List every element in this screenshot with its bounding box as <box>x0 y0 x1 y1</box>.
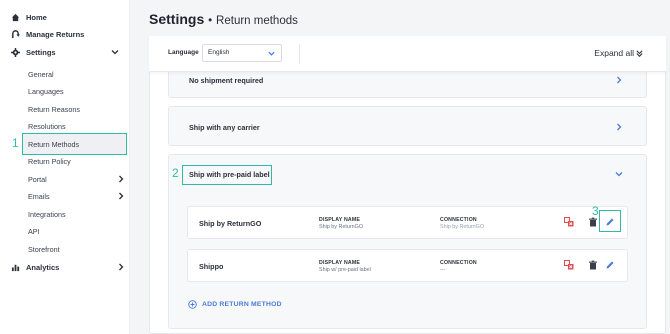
page-title-main: Settings <box>149 11 205 27</box>
chevron-down-icon <box>268 51 275 56</box>
sidebar-item-general[interactable]: General <box>28 68 54 80</box>
toolbar-divider <box>299 44 300 64</box>
connection-value: --- <box>440 267 446 273</box>
sidebar-item-api[interactable]: API <box>28 225 40 237</box>
display-name-value: Ship by ReturnGO <box>319 224 364 230</box>
section-highlight <box>182 165 272 185</box>
sidebar-item-storefront[interactable]: Storefront <box>28 243 60 255</box>
page-title-separator: • <box>208 15 213 27</box>
sidebar-item-portal-label: Portal <box>28 174 47 184</box>
connection-value: Ship by ReturnGO <box>440 224 485 230</box>
nav-manage-returns[interactable]: Manage Returns <box>10 26 84 42</box>
sidebar-item-emails[interactable]: Emails <box>28 190 50 202</box>
connection-label: CONNECTION <box>440 260 477 266</box>
nav-settings[interactable]: Settings <box>10 44 128 60</box>
sidebar-item-return-reasons[interactable]: Return Reasons <box>28 103 80 115</box>
sidebar-item-resolutions[interactable]: Resolutions <box>28 120 66 132</box>
plus-circle-icon <box>188 300 197 309</box>
trash-icon[interactable] <box>588 217 598 227</box>
edit-highlight <box>599 210 621 232</box>
pencil-icon[interactable] <box>605 260 615 270</box>
delete-connection-icon[interactable] <box>564 260 574 270</box>
home-icon <box>10 12 20 22</box>
method-row-shippo: Shippo DISPLAY NAME Ship w/ pre-paid lab… <box>187 249 628 282</box>
display-name-label: DISPLAY NAME <box>319 217 361 223</box>
nav-analytics-label: Analytics <box>26 262 60 272</box>
section-title: Ship with any carrier <box>189 123 260 132</box>
delete-connection-icon[interactable] <box>564 217 574 227</box>
chevron-right-icon <box>617 123 622 131</box>
sidebar: Home Manage Returns Settings 1 General L… <box>0 0 130 334</box>
method-row-returngo: Ship by ReturnGO DISPLAY NAME Ship by Re… <box>187 206 628 239</box>
chevron-right-icon <box>119 175 124 183</box>
section-any-carrier[interactable]: Ship with any carrier <box>168 106 647 146</box>
chevron-down-icon <box>111 50 119 55</box>
connection-label: CONNECTION <box>440 217 477 223</box>
page-subtitle: Return methods <box>216 15 298 27</box>
language-label: Language <box>168 49 199 56</box>
gear-icon <box>10 47 20 57</box>
bar-chart-icon <box>10 262 20 272</box>
sidebar-item-integrations[interactable]: Integrations <box>28 208 66 220</box>
return-icon <box>10 29 20 39</box>
section-title: No shipment required <box>189 76 264 85</box>
nav-manage-returns-label: Manage Returns <box>26 29 85 39</box>
settings-toolbar: Language English Expand all <box>149 36 666 72</box>
language-select-value: English <box>208 49 230 56</box>
method-name: Shippo <box>199 262 224 271</box>
display-name-label: DISPLAY NAME <box>319 260 361 266</box>
sidebar-item-portal[interactable]: Portal <box>28 173 128 185</box>
nav-analytics[interactable]: Analytics <box>10 259 59 275</box>
nav-home-label: Home <box>26 12 47 22</box>
chevron-right-icon <box>119 192 124 200</box>
step-marker-3: 3 <box>592 204 599 218</box>
trash-icon[interactable] <box>588 260 598 270</box>
sidebar-item-return-methods[interactable]: Return Methods <box>28 138 79 150</box>
display-name-value: Ship w/ pre-paid label <box>319 267 371 273</box>
sidebar-item-return-policy[interactable]: Return Policy <box>28 155 71 167</box>
sidebar-item-languages[interactable]: Languages <box>28 85 64 97</box>
chevron-down-icon[interactable] <box>614 169 624 179</box>
method-name: Ship by ReturnGO <box>199 219 262 228</box>
chevron-right-icon <box>617 76 622 84</box>
page-title: Settings • Return methods <box>149 11 298 27</box>
sidebar-item-emails-label: Emails <box>28 191 50 201</box>
step-marker-2: 2 <box>172 166 179 180</box>
nav-home[interactable]: Home <box>10 9 47 25</box>
language-select[interactable]: English <box>202 44 282 62</box>
step-marker-1: 1 <box>12 136 19 150</box>
nav-settings-label: Settings <box>26 47 56 57</box>
chevron-right-icon <box>119 263 124 271</box>
add-return-method-label: ADD RETURN METHOD <box>202 301 282 308</box>
add-return-method-button[interactable]: ADD RETURN METHOD <box>188 300 282 309</box>
expand-all-button[interactable]: Expand all <box>594 48 634 58</box>
double-chevron-down-icon[interactable] <box>635 49 644 58</box>
